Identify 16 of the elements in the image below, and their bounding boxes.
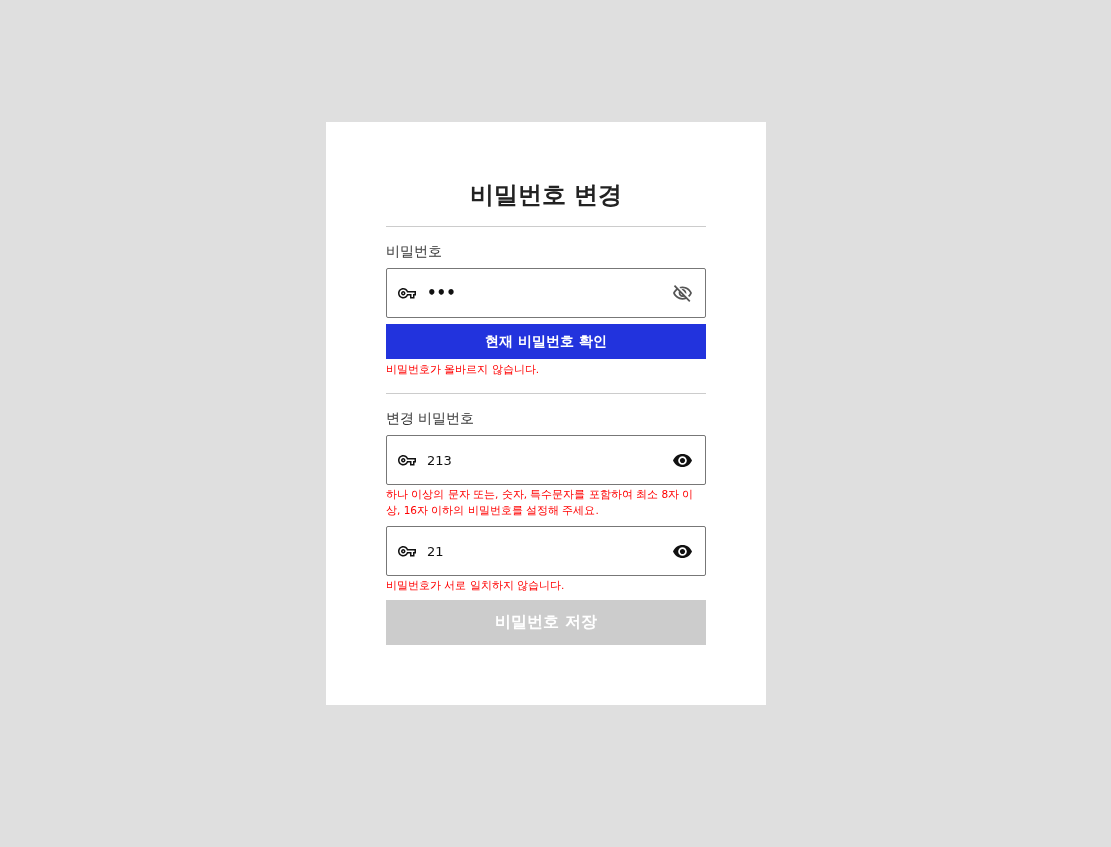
field-label: 변경 비밀번호 [386, 409, 476, 428]
page-title: 비밀번호 변경 [468, 180, 624, 211]
eye-off-icon[interactable] [673, 284, 692, 302]
error-message: 하나 이상의 문자 또는, 숫자, 특수문자를 포함하여 최소 8자 이상, 16자 이하의 비밀번호를 설정해 주세요. [386, 487, 695, 518]
eye-icon[interactable] [673, 544, 692, 558]
password-field[interactable]: 21 [386, 526, 706, 576]
error-message: 비밀번호가 서로 일치하지 않습니다. [386, 578, 566, 593]
key-icon [398, 455, 416, 466]
field-label: 비밀번호 [386, 242, 443, 261]
password-field[interactable]: ••• [386, 268, 706, 318]
password-field[interactable]: 213 [386, 435, 706, 485]
error-message: 비밀번호가 올바르지 않습니다. [386, 362, 540, 377]
key-icon [398, 288, 416, 299]
eye-icon[interactable] [673, 453, 692, 467]
confirm-button[interactable]: 현재 비밀번호 확인 [386, 324, 706, 359]
key-icon [398, 546, 416, 557]
